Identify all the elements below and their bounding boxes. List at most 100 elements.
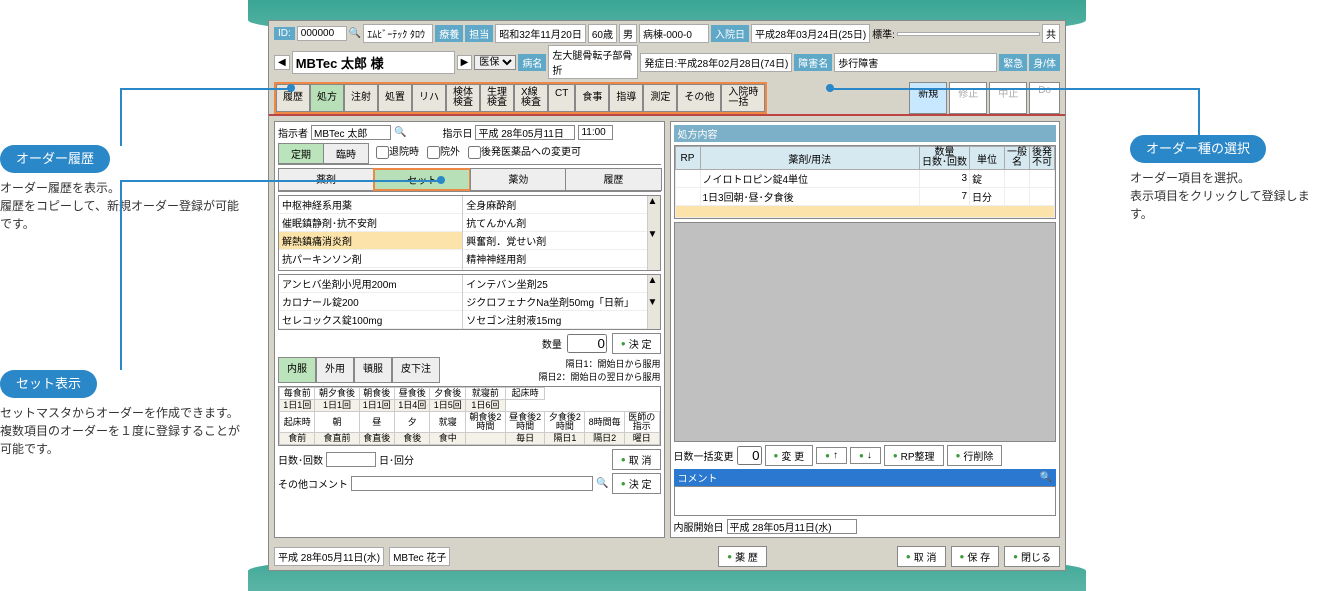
start-date-input[interactable] [727,519,857,534]
timing-cell[interactable]: 食直前 [315,433,359,445]
timing-cell[interactable]: 毎日 [505,433,545,445]
search-icon[interactable]: 🔍 [349,28,361,39]
timing-grid[interactable]: 毎食前朝夕食後朝食後昼食後夕食後就寝前起床時 1日1回1日1回1日1回1日4回1… [278,386,661,446]
timing-cell[interactable]: 食直後 [359,433,394,445]
search-icon[interactable]: 🔍 [596,478,608,489]
subtab-efficacy[interactable]: 薬効 [470,168,566,191]
route-oral[interactable]: 内服 [278,357,316,383]
rp-arrange-button[interactable]: RP整理 [884,445,944,466]
list-item[interactable]: 興奮剤．覚せい剤 [463,232,646,250]
timing-cell[interactable]: 1日5回 [430,400,465,412]
timing-cell[interactable]: 夕食後 [430,388,465,400]
do-button[interactable]: Do [1029,82,1060,114]
timing-cell[interactable]: 起床時 [280,412,315,433]
timing-cell[interactable]: 昼食後 [395,388,430,400]
route-sc[interactable]: 皮下注 [392,357,440,383]
route-topical[interactable]: 外用 [316,357,354,383]
cancel-button-footer[interactable]: 取 消 [897,546,946,567]
up-button[interactable]: ↑ [816,447,847,464]
timing-cell[interactable]: 隔日1 [545,433,585,445]
list-item[interactable]: ノイロトロピン錠4単位 [463,329,646,330]
list-item[interactable]: ジクロフェナクNa坐剤50mg「日新」 [463,293,646,311]
list-item[interactable]: アンヒバ坐剤小児用200m [279,275,462,293]
list-item[interactable]: セレコックス錠100mg [279,311,462,329]
timing-cell[interactable]: 食前 [280,433,315,445]
tab-rx[interactable]: 処方 [310,84,344,112]
tab-rehab[interactable]: リハ [412,84,446,112]
timing-cell[interactable]: 1日1回 [315,400,359,412]
timing-cell[interactable]: 夕 [395,412,430,433]
list-item[interactable]: 催眠鎮静剤･抗不安剤 [279,214,462,232]
cancel-button[interactable]: 取 消 [612,449,661,470]
sonota-input[interactable] [351,476,593,491]
timing-cell[interactable]: 8時間毎 [585,412,625,433]
list-item[interactable]: インテバン坐剤25 [463,275,646,293]
table-row[interactable]: ノイロトロピン錠4単位3錠 [675,170,1055,188]
down-button[interactable]: ↓ [850,447,881,464]
tab-ct[interactable]: CT [548,84,575,112]
tab-admission-batch[interactable]: 入院時 一括 [721,84,765,112]
timing-cell[interactable]: 1日1回 [280,400,315,412]
change-button[interactable]: 変 更 [765,445,814,466]
timing-cell[interactable]: 朝夕食後 [315,388,359,400]
tab-injection[interactable]: 注射 [344,84,378,112]
scrollbar[interactable]: ▲▼ [648,196,660,270]
list-item[interactable]: 中枢神経系用薬 [279,196,462,214]
shijidate-input[interactable] [475,125,575,140]
timing-cell[interactable]: 毎食前 [280,388,315,400]
list-item[interactable]: その他の中枢神経系用薬 [463,268,646,271]
timing-cell[interactable]: 昼 [359,412,394,433]
timing-cell[interactable]: 朝食後 [359,388,394,400]
timing-cell[interactable]: 曜日 [625,433,660,445]
timing-cell[interactable]: 夕食後2 時間 [545,412,585,433]
decide-button-2[interactable]: 決 定 [612,473,661,494]
tab-meal[interactable]: 食事 [575,84,609,112]
chk-ingai[interactable]: 院外 [427,143,460,164]
timing-cell[interactable]: 就寝前 [465,388,505,400]
nav-next[interactable]: ▶ [457,55,473,70]
tab-guidance[interactable]: 指導 [609,84,643,112]
chk-kouhatu[interactable]: 後発医薬品への変更可 [468,143,581,164]
shijisha-input[interactable] [311,125,391,140]
timing-cell[interactable] [465,433,505,445]
timing-cell[interactable]: 起床時 [505,388,545,400]
timing-cell[interactable]: 1日4回 [395,400,430,412]
subtab-rinji[interactable]: 臨時 [323,143,369,164]
timing-cell[interactable]: 1日6回 [465,400,505,412]
timing-cell[interactable]: 昼食後2 時間 [505,412,545,433]
stop-button[interactable]: 中止 [989,82,1027,114]
tab-xray[interactable]: X線 検査 [514,84,548,112]
list-item[interactable]: 抗てんかん剤 [463,214,646,232]
tab-specimen[interactable]: 検体 検査 [446,84,480,112]
kyou[interactable]: 共 [1042,24,1060,43]
timing-cell[interactable]: 朝食後2 時間 [465,412,505,433]
timing-cell[interactable]: 隔日2 [585,433,625,445]
insurance-select[interactable]: 医保 [474,55,516,70]
list-item[interactable]: 解熱鎮痛消炎剤 [279,232,462,250]
subtab-teiki[interactable]: 定期 [278,143,324,164]
decide-button[interactable]: 決 定 [612,333,661,354]
list-item[interactable]: ソセゴン注射液15mg [463,311,646,329]
timing-cell[interactable]: 食中 [430,433,465,445]
list-item[interactable]: 全身麻酔剤 [463,196,646,214]
tab-other[interactable]: その他 [677,84,721,112]
nissuu-input[interactable] [326,452,376,467]
list-item[interactable]: 総合感冒剤 [279,268,462,271]
timing-cell[interactable]: 朝 [315,412,359,433]
list-item[interactable]: トラムセット配合錠 [279,329,462,330]
edit-button[interactable]: 修正 [949,82,987,114]
search-icon[interactable]: 🔍 [1040,472,1052,483]
tab-measure[interactable]: 測定 [643,84,677,112]
route-prn[interactable]: 頓服 [354,357,392,383]
comment-box[interactable] [674,486,1057,516]
save-button[interactable]: 保 存 [951,546,1000,567]
daycount-input[interactable] [737,446,762,465]
tab-treatment[interactable]: 処置 [378,84,412,112]
shijitime-input[interactable] [578,125,613,140]
delete-row-button[interactable]: 行削除 [947,445,1003,466]
scrollbar[interactable]: ▲▼ [648,275,660,329]
qty-input[interactable] [567,334,607,353]
list-item[interactable]: 精神神経用剤 [463,250,646,268]
timing-cell[interactable]: 食後 [395,433,430,445]
shintai[interactable]: 身/体 [1029,54,1060,71]
